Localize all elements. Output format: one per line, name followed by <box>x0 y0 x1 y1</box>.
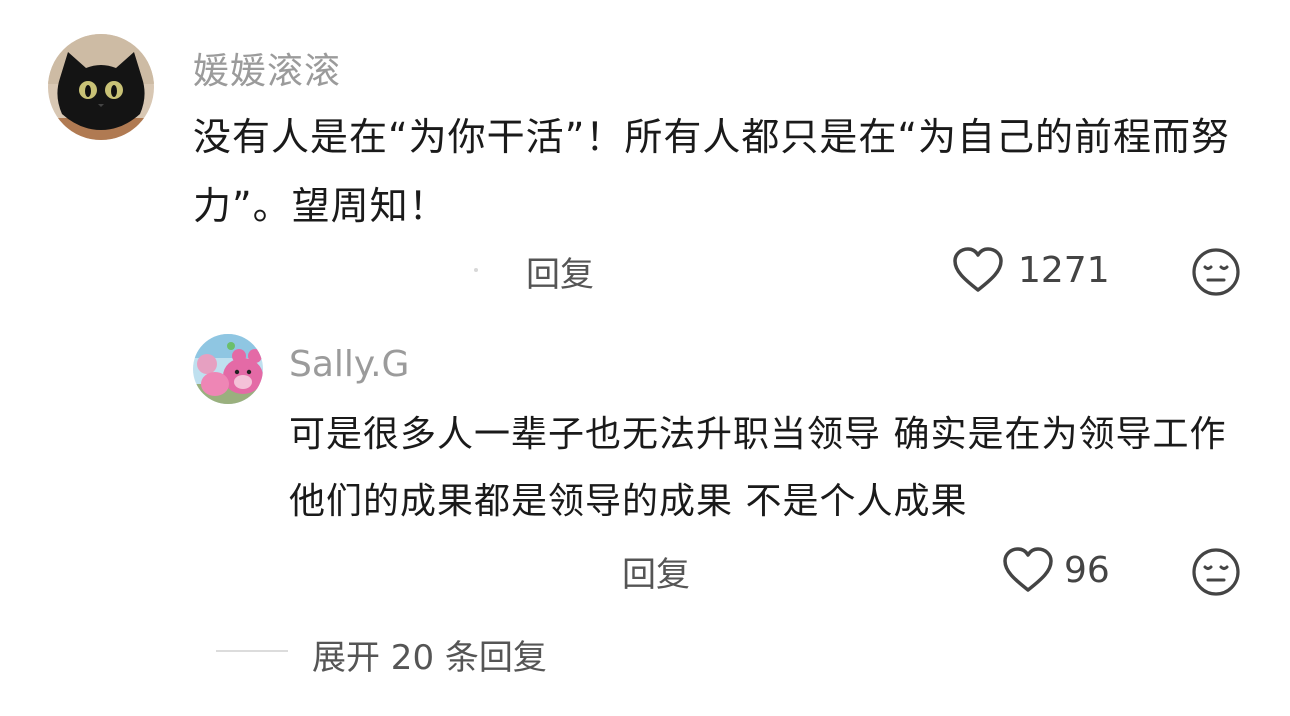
heart-outline-icon <box>953 247 1003 292</box>
reply-button[interactable]: 回复 <box>526 247 594 296</box>
reply-username[interactable]: Sally.G <box>289 344 409 385</box>
reply-button[interactable]: 回复 <box>622 547 690 596</box>
like-button[interactable] <box>952 246 1004 294</box>
meh-face-icon <box>1192 548 1240 596</box>
heart-outline-icon <box>1003 547 1053 592</box>
separator-dot <box>474 268 478 272</box>
pink-bear-toy-avatar-icon <box>193 334 263 404</box>
like-count: 1271 <box>1018 250 1110 291</box>
expand-replies-button[interactable]: 展开 20 条回复 <box>312 630 547 679</box>
black-cat-avatar-icon <box>48 34 154 140</box>
meh-face-icon <box>1192 248 1240 296</box>
comment-text: 没有人是在“为你干活”！所有人都只是在“为自己的前程而努力”。望周知！ <box>193 115 1231 228</box>
react-button[interactable] <box>1191 247 1241 297</box>
reply-avatar[interactable] <box>193 334 263 404</box>
divider <box>216 650 288 652</box>
like-count: 96 <box>1064 550 1110 591</box>
react-button[interactable] <box>1191 547 1241 597</box>
avatar[interactable] <box>48 34 154 140</box>
like-button[interactable] <box>1002 546 1054 594</box>
reply-text: 可是很多人一辈子也无法升职当领导 确实是在为领导工作 他们的成果都是领导的成果 … <box>289 414 1227 522</box>
comment-username[interactable]: 媛媛滚滚 <box>193 42 341 94</box>
